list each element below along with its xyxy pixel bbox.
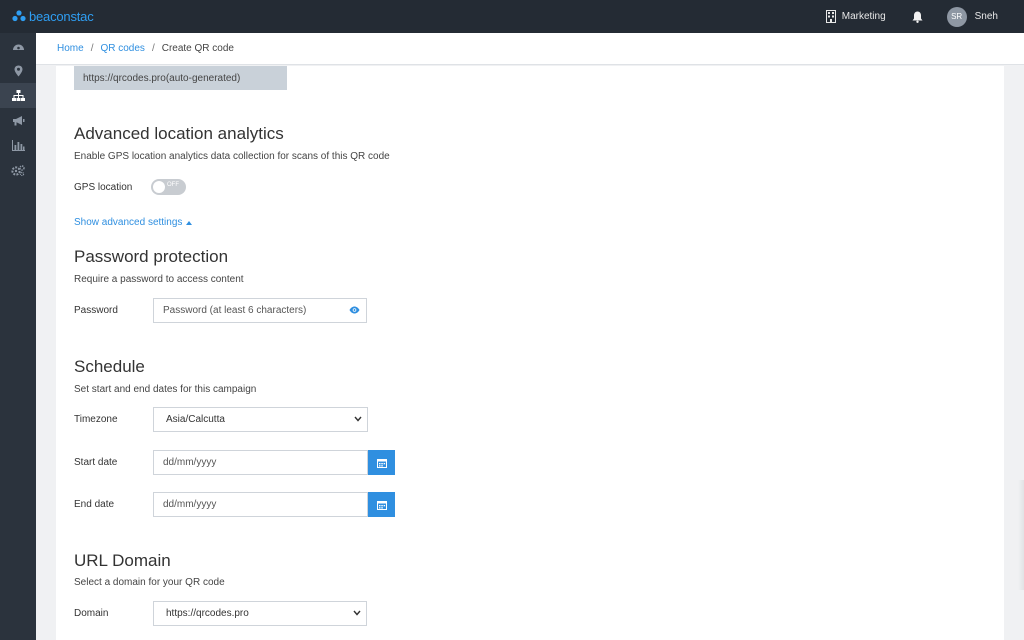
breadcrumb: Home / QR codes / Create QR code	[36, 33, 1024, 65]
breadcrumb-qr-codes-link[interactable]: QR codes	[100, 43, 144, 54]
domain-value: https://qrcodes.pro	[166, 608, 249, 619]
dashboard-icon	[12, 44, 24, 50]
edge-shadow	[1018, 480, 1024, 590]
sitemap-icon	[11, 90, 25, 101]
user-menu[interactable]: SR Sneh	[946, 6, 998, 27]
breadcrumb-home-link[interactable]: Home	[57, 43, 84, 54]
chevron-down-icon	[353, 610, 361, 616]
location-analytics-description: Enable GPS location analytics data colle…	[74, 151, 390, 162]
end-date-label: End date	[74, 499, 115, 510]
location-pin-icon	[14, 65, 22, 76]
show-advanced-settings-label: Show advanced settings	[74, 217, 183, 228]
caret-up-icon	[186, 220, 193, 225]
breadcrumb-separator: /	[90, 43, 94, 54]
toggle-state-text: OFF	[167, 182, 179, 188]
start-date-placeholder: dd/mm/yyyy	[163, 457, 217, 468]
schedule-description: Set start and end dates for this campaig…	[74, 384, 257, 395]
password-protection-heading: Password protection	[74, 247, 229, 266]
start-date-label: Start date	[74, 457, 118, 468]
calendar-icon	[376, 458, 387, 468]
calendar-icon	[376, 500, 387, 510]
top-bar: beaconstac Marketing SR Sneh	[0, 0, 1024, 33]
breadcrumb-current: Create QR code	[161, 43, 234, 54]
start-date-calendar-button[interactable]	[368, 450, 395, 475]
timezone-select[interactable]: Asia/Calcutta	[153, 407, 368, 432]
eye-icon[interactable]	[349, 306, 360, 314]
brand-logo[interactable]: beaconstac	[12, 9, 94, 24]
avatar: SR	[946, 6, 967, 27]
show-advanced-settings-link[interactable]: Show advanced settings	[74, 217, 193, 228]
megaphone-icon	[12, 116, 24, 126]
end-date-placeholder: dd/mm/yyyy	[163, 499, 217, 510]
chevron-down-icon	[354, 416, 362, 422]
bell-icon	[912, 11, 923, 23]
domain-label: Domain	[74, 608, 109, 619]
breadcrumb-separator: /	[151, 43, 155, 54]
sidebar-item-dashboard[interactable]	[0, 33, 36, 58]
building-icon	[825, 10, 836, 23]
toggle-knob	[153, 181, 165, 193]
sidebar-item-analytics[interactable]	[0, 133, 36, 158]
notifications-button[interactable]	[912, 11, 923, 23]
schedule-heading: Schedule	[74, 357, 145, 376]
gps-location-label: GPS location	[74, 182, 133, 193]
org-switcher[interactable]: Marketing	[825, 10, 886, 23]
gps-location-toggle[interactable]: OFF	[151, 179, 186, 195]
password-input[interactable]: Password (at least 6 characters)	[153, 298, 367, 323]
sidebar-item-qr-codes[interactable]	[0, 83, 36, 108]
beaconstac-logo-icon	[12, 9, 26, 21]
sidebar-item-location[interactable]	[0, 58, 36, 83]
end-date-calendar-button[interactable]	[368, 492, 395, 517]
sidebar-item-campaigns[interactable]	[0, 108, 36, 133]
org-name: Marketing	[841, 11, 886, 22]
timezone-value: Asia/Calcutta	[166, 414, 225, 425]
bar-chart-icon	[11, 140, 25, 151]
user-name: Sneh	[974, 11, 998, 22]
password-placeholder: Password (at least 6 characters)	[163, 305, 307, 316]
content-panel: https://qrcodes.pro(auto-generated) Adva…	[56, 66, 1004, 640]
sidebar	[0, 33, 36, 640]
url-domain-heading: URL Domain	[74, 551, 171, 570]
url-domain-description: Select a domain for your QR code	[74, 577, 225, 588]
start-date-input[interactable]: dd/mm/yyyy	[153, 450, 368, 475]
location-analytics-heading: Advanced location analytics	[74, 124, 284, 143]
gears-icon	[11, 165, 25, 176]
end-date-input[interactable]: dd/mm/yyyy	[153, 492, 368, 517]
brand-name: beaconstac	[29, 9, 94, 24]
domain-select[interactable]: https://qrcodes.pro	[153, 601, 367, 626]
short-url-field: https://qrcodes.pro(auto-generated)	[74, 66, 287, 90]
sidebar-item-settings[interactable]	[0, 158, 36, 183]
password-protection-description: Require a password to access content	[74, 274, 244, 285]
timezone-label: Timezone	[74, 414, 118, 425]
password-label: Password	[74, 305, 118, 316]
